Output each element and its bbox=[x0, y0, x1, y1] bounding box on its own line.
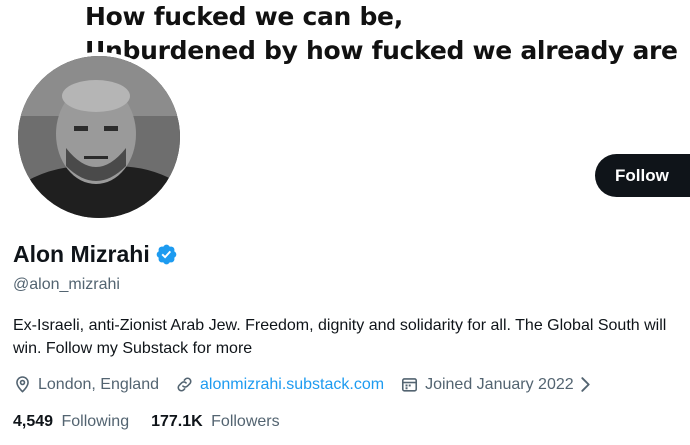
profile-meta: London, England alonmizrahi.substack.com… bbox=[13, 375, 617, 394]
following-label: Following bbox=[61, 413, 130, 430]
following-count: 4,549 bbox=[13, 413, 54, 430]
location-text: London, England bbox=[38, 375, 159, 393]
joined-text: Joined January 2022 bbox=[425, 375, 574, 393]
followers-stat[interactable]: 177.1K Followers bbox=[151, 413, 280, 431]
verified-badge-icon[interactable] bbox=[155, 243, 178, 266]
location-item: London, England bbox=[13, 375, 159, 394]
location-pin-icon bbox=[16, 376, 29, 393]
profile-avatar[interactable] bbox=[14, 52, 184, 222]
link-icon bbox=[177, 377, 192, 392]
calendar-icon bbox=[402, 378, 418, 392]
avatar-photo bbox=[18, 56, 180, 218]
following-stat[interactable]: 4,549 Following bbox=[13, 413, 129, 431]
avatar-portrait-image bbox=[18, 56, 180, 218]
profile-stats: 4,549 Following 177.1K Followers bbox=[13, 413, 302, 431]
banner-text-line-1: How fucked we can be, bbox=[85, 2, 403, 31]
follow-button[interactable]: Follow bbox=[595, 154, 690, 197]
chevron-right-icon[interactable] bbox=[576, 375, 595, 394]
website-link[interactable]: alonmizrahi.substack.com bbox=[200, 376, 384, 394]
name-row: Alon Mizrahi bbox=[13, 241, 178, 268]
profile-bio: Ex-Israeli, anti-Zionist Arab Jew. Freed… bbox=[13, 317, 667, 357]
display-name: Alon Mizrahi bbox=[13, 241, 150, 267]
profile-handle: @alon_mizrahi bbox=[13, 276, 120, 293]
website-item[interactable]: alonmizrahi.substack.com bbox=[175, 375, 384, 394]
followers-label: Followers bbox=[211, 413, 280, 430]
followers-count: 177.1K bbox=[151, 413, 203, 430]
joined-item[interactable]: Joined January 2022 bbox=[400, 375, 601, 394]
banner-text-line-2: Unburdened by how fucked we already are bbox=[85, 36, 678, 65]
